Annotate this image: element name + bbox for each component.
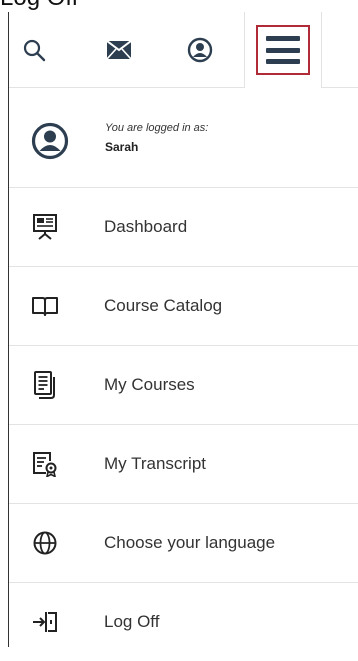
user-circle-icon [187,37,213,63]
menu-focus-outline [256,25,310,75]
menu-item-course-catalog[interactable]: Course Catalog [9,267,358,346]
toolbar [9,12,358,88]
mail-icon [107,40,131,59]
menu-item-label: Choose your language [104,533,276,552]
menu-item-my-courses[interactable]: My Courses [9,346,358,425]
logout-icon [31,583,59,661]
menu-item-choose-language[interactable]: Choose your language [9,504,358,583]
menu-item-label: Course Catalog [104,296,223,315]
presentation-board-icon [31,188,59,266]
logged-in-user-section: You are logged in as: Sarah [9,88,358,188]
hamburger-menu-icon [266,36,300,64]
document-list-icon [31,346,59,424]
menu-item-label: Log Off [104,612,160,631]
partial-header-text: Log Off [0,0,358,10]
open-book-icon [31,267,59,345]
menu-item-label: My Transcript [104,454,207,473]
main-menu-button[interactable] [244,12,322,88]
navigation-menu-panel: You are logged in as: Sarah Dashboard Co… [8,12,358,647]
certificate-document-icon [31,425,59,503]
mail-button[interactable] [94,12,144,87]
user-circle-icon [31,122,69,160]
profile-button[interactable] [175,12,225,87]
globe-icon [31,504,59,582]
logged-in-label: You are logged in as: [105,122,209,134]
menu-item-label: Dashboard [104,217,188,236]
menu-item-dashboard[interactable]: Dashboard [9,188,358,267]
menu-item-log-off[interactable]: Log Off [9,583,358,661]
username: Sarah [105,140,139,154]
menu-item-my-transcript[interactable]: My Transcript [9,425,358,504]
search-button[interactable] [9,12,59,87]
menu-item-label: My Courses [104,375,195,394]
search-icon [22,38,46,62]
